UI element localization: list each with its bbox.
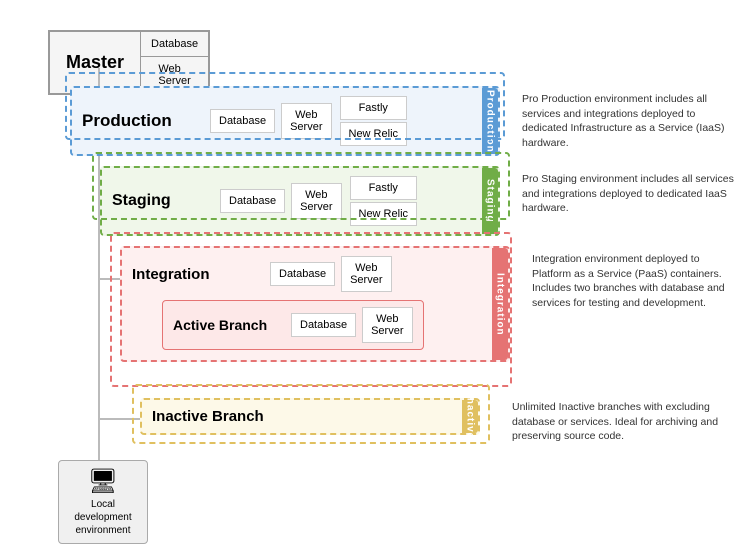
integration-label: Integration <box>132 266 262 283</box>
master-label: Master <box>50 32 140 93</box>
inactive-branch-label: Inactive Branch <box>152 408 312 425</box>
staging-side-label: Staging <box>482 168 498 234</box>
active-branch-row: Active Branch Database WebServer <box>162 300 424 350</box>
inactive-side-label: Inactive <box>462 400 478 433</box>
staging-database: Database <box>220 189 285 213</box>
staging-description: Pro Staging environment includes all ser… <box>522 172 740 216</box>
active-branch-database: Database <box>291 313 356 337</box>
integration-box: Integration Database WebServer Active Br… <box>120 246 510 362</box>
production-description: Pro Production environment includes all … <box>522 92 740 151</box>
production-services: Fastly New Relic <box>340 96 408 146</box>
integration-inner-row: Integration Database WebServer <box>132 256 392 292</box>
master-section: Master Database WebServer <box>28 20 210 95</box>
monitor-icon: 🖥 <box>69 467 137 496</box>
production-database: Database <box>210 109 275 133</box>
production-fastly: Fastly <box>340 96 408 120</box>
production-newrelic: New Relic <box>340 122 408 146</box>
staging-webserver: WebServer <box>291 183 341 219</box>
active-branch-box: Active Branch Database WebServer <box>162 300 424 350</box>
active-branch-webserver: WebServer <box>362 307 412 343</box>
local-dev-label: Local development environment <box>74 499 131 536</box>
inactive-branch-box: Inactive Branch Inactive <box>140 398 480 435</box>
integration-side-label: Integration <box>492 248 508 360</box>
production-label: Production <box>82 111 202 131</box>
diagram: Master Database WebServer Production Dat… <box>10 10 740 520</box>
integration-database: Database <box>270 262 335 286</box>
integration-description: Integration environment deployed to Plat… <box>532 252 740 311</box>
local-dev-section: 🖥 Local development environment <box>58 460 148 544</box>
active-branch-label: Active Branch <box>173 317 283 333</box>
integration-webserver: WebServer <box>341 256 391 292</box>
master-sub-components: Database WebServer <box>140 32 208 93</box>
staging-newrelic: New Relic <box>350 202 418 226</box>
production-box: Production Database WebServer Fastly New… <box>70 86 500 156</box>
production-webserver: WebServer <box>281 103 331 139</box>
master-database: Database <box>141 32 208 57</box>
main-container: Master Database WebServer Production Dat… <box>0 0 750 537</box>
staging-fastly: Fastly <box>350 176 418 200</box>
staging-label: Staging <box>112 192 212 210</box>
production-side-label: Production <box>482 88 498 154</box>
local-dev-box: 🖥 Local development environment <box>58 460 148 544</box>
staging-box: Staging Database WebServer Fastly New Re… <box>100 166 500 236</box>
inactive-description: Unlimited Inactive branches with excludi… <box>512 400 740 444</box>
staging-services: Fastly New Relic <box>350 176 418 226</box>
